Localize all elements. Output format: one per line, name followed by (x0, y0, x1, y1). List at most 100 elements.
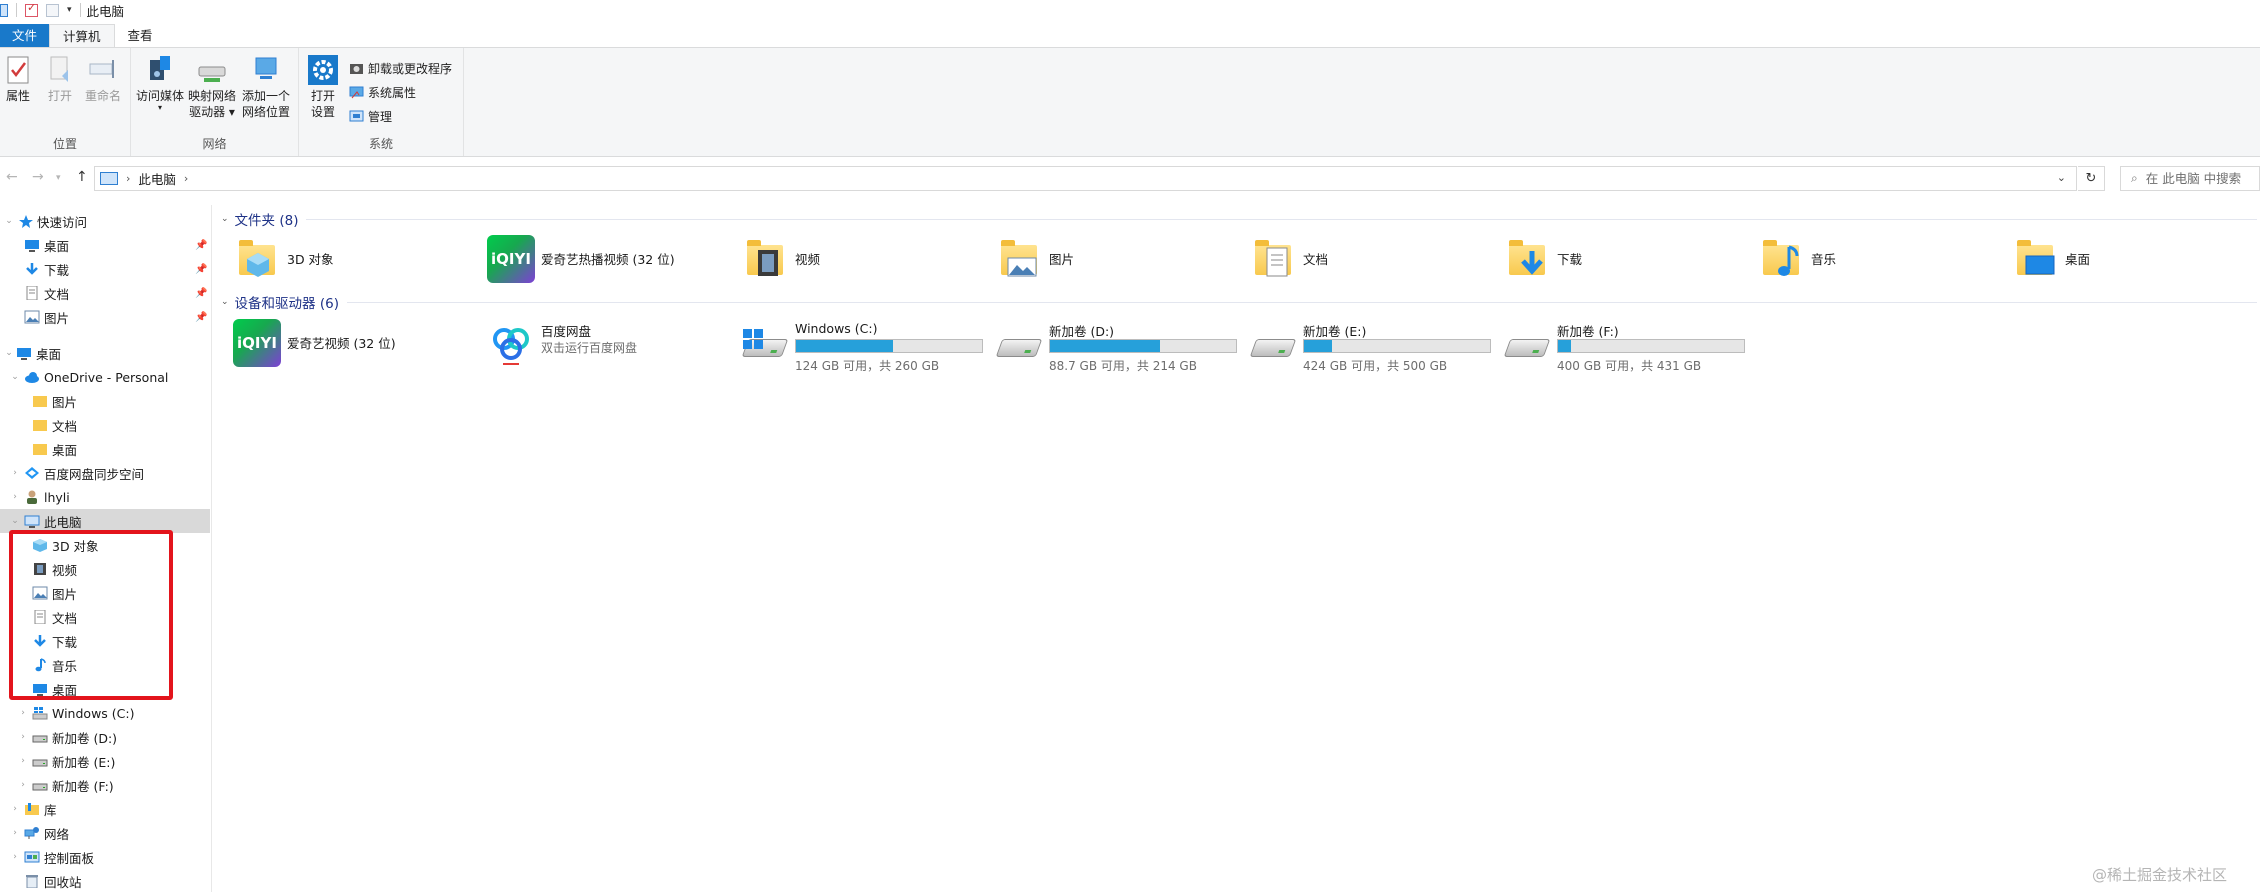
pin-icon[interactable]: 📌 (195, 240, 207, 251)
folder-tile-downloads[interactable]: 下载 (1503, 235, 1753, 287)
forward-arrow-icon[interactable]: → (32, 169, 44, 185)
drive-tile-d[interactable]: 新加卷 (D:) 88.7 GB 可用，共 214 GB (995, 319, 1245, 373)
open-settings-button[interactable]: 打开 设置 (307, 54, 339, 120)
nav-label: 桌面 (36, 346, 62, 362)
nav-label: 快速访问 (37, 214, 88, 230)
nav-quick-downloads[interactable]: 下载 📌 (0, 257, 210, 281)
app-tile-baidu-netdisk[interactable]: 百度网盘 双击运行百度网盘 (487, 319, 737, 373)
open-button[interactable]: 打开 (44, 54, 76, 104)
picture-icon (24, 310, 40, 324)
nav-label: OneDrive - Personal (44, 369, 169, 385)
app-tile-iqiyi[interactable]: iQIYI 爱奇艺视频 (32 位) (233, 319, 483, 373)
folder-tile-music[interactable]: 音乐 (1757, 235, 2007, 287)
library-icon (24, 802, 40, 816)
nav-onedrive-pictures[interactable]: 图片 (0, 389, 210, 413)
tile-label: 文档 (1303, 252, 1329, 267)
new-folder-quick-icon[interactable] (46, 3, 59, 17)
access-media-button[interactable]: 访问媒体 ▾ (135, 54, 185, 112)
nav-drive-e[interactable]: › 新加卷 (E:) (0, 749, 210, 773)
folder-tile-3d-objects[interactable]: 3D 对象 (233, 235, 483, 287)
folder-tile-pictures[interactable]: 图片 (995, 235, 1245, 287)
nav-label: 图片 (52, 394, 78, 410)
nav-network[interactable]: › 网络 (0, 821, 210, 845)
nav-drive-c[interactable]: › Windows (C:) (0, 701, 210, 725)
title-bar: ▾ 此电脑 (0, 0, 2260, 20)
folder-tile-iqiyi-hot[interactable]: iQIYI 爱奇艺热播视频 (32 位) (487, 235, 737, 287)
properties-button[interactable]: 属性 (2, 54, 34, 104)
nav-desktop[interactable]: ⌄ 桌面 (0, 341, 210, 365)
nav-quick-access[interactable]: ⌄ 快速访问 (0, 209, 210, 233)
nav-control-panel[interactable]: › 控制面板 (0, 845, 210, 869)
expand-chevron-icon[interactable]: › (10, 828, 20, 838)
up-arrow-icon[interactable]: ↑ (76, 169, 88, 185)
customize-toolbar-dropdown-icon[interactable]: ▾ (67, 5, 72, 15)
folder-tile-desktop[interactable]: 桌面 (2011, 235, 2260, 287)
nav-onedrive-desktop[interactable]: 桌面 (0, 437, 210, 461)
drive-tile-e[interactable]: 新加卷 (E:) 424 GB 可用，共 500 GB (1249, 319, 1499, 373)
tab-computer[interactable]: 计算机 (49, 24, 115, 47)
collapse-chevron-icon[interactable]: ⌄ (4, 348, 14, 358)
expand-chevron-icon[interactable]: › (10, 804, 20, 814)
tile-label: 桌面 (2065, 252, 2091, 267)
expand-chevron-icon[interactable]: › (10, 468, 20, 478)
map-network-drive-button[interactable]: 映射网络 驱动器 ▾ (187, 54, 237, 120)
expand-chevron-icon[interactable]: › (18, 780, 28, 790)
search-input[interactable] (2145, 171, 2256, 186)
collapse-chevron-icon[interactable]: ⌄ (221, 297, 229, 307)
address-input[interactable]: › 此电脑 › ⌄ (94, 166, 2077, 191)
pin-icon[interactable]: 📌 (195, 288, 207, 299)
tab-file[interactable]: 文件 (0, 24, 50, 47)
nav-onedrive-documents[interactable]: 文档 (0, 413, 210, 437)
nav-library[interactable]: › 库 (0, 797, 210, 821)
search-box[interactable]: ⌕ (2120, 166, 2260, 191)
nav-quick-desktop[interactable]: 桌面 📌 (0, 233, 210, 257)
manage-button[interactable]: 管理 (349, 106, 392, 126)
uninstall-program-button[interactable]: 卸载或更改程序 (349, 58, 452, 78)
pin-icon[interactable]: 📌 (195, 264, 207, 275)
system-properties-button[interactable]: 系统属性 (349, 82, 416, 102)
breadcrumb-this-pc[interactable]: 此电脑 (138, 169, 176, 188)
rename-button[interactable]: 重命名 (82, 54, 124, 104)
pin-icon[interactable]: 📌 (195, 312, 207, 323)
back-arrow-icon[interactable]: ← (6, 169, 18, 185)
nav-drive-f[interactable]: › 新加卷 (F:) (0, 773, 210, 797)
drive-tile-c[interactable]: Windows (C:) 124 GB 可用，共 260 GB (741, 319, 991, 373)
refresh-button[interactable]: ↻ (2078, 166, 2105, 191)
collapse-chevron-icon[interactable]: ⌄ (10, 516, 20, 526)
drive-tile-f[interactable]: 新加卷 (F:) 400 GB 可用，共 431 GB (1503, 319, 1753, 373)
expand-chevron-icon[interactable]: › (18, 756, 28, 766)
open-settings-label-1: 打开 (310, 89, 335, 103)
nav-quick-pictures[interactable]: 图片 📌 (0, 305, 210, 329)
breadcrumb-chevron-icon[interactable]: › (126, 172, 130, 185)
collapse-chevron-icon[interactable]: ⌄ (221, 214, 229, 224)
expand-chevron-icon[interactable]: › (18, 732, 28, 742)
expand-chevron-icon[interactable]: › (10, 492, 20, 502)
expand-chevron-icon[interactable]: › (18, 708, 28, 718)
properties-quick-icon[interactable] (25, 1, 38, 17)
nav-drive-d[interactable]: › 新加卷 (D:) (0, 725, 210, 749)
nav-quick-documents[interactable]: 文档 📌 (0, 281, 210, 305)
nav-user[interactable]: › lhyli (0, 485, 210, 509)
add-network-location-button[interactable]: 添加一个 网络位置 (239, 54, 293, 120)
folders-section-header[interactable]: ⌄ 文件夹 (8) (221, 209, 2257, 229)
drive-free-space: 400 GB 可用，共 431 GB (1557, 359, 1702, 373)
devices-section-header[interactable]: ⌄ 设备和驱动器 (6) (221, 292, 2257, 312)
nav-label: 控制面板 (44, 850, 95, 866)
tile-label: 新加卷 (D:) (1049, 324, 1115, 339)
hard-drive-icon (32, 778, 48, 792)
folder-tile-documents[interactable]: 文档 (1249, 235, 1499, 287)
expand-chevron-icon[interactable]: › (10, 852, 20, 862)
folder-tile-videos[interactable]: 视频 (741, 235, 991, 287)
nav-onedrive[interactable]: ⌄ OneDrive - Personal (0, 365, 210, 389)
nav-recycle-bin[interactable]: 回收站 (0, 869, 210, 892)
tab-view[interactable]: 查看 (115, 24, 166, 47)
collapse-chevron-icon[interactable]: ⌄ (4, 216, 14, 226)
nav-baidu-sync[interactable]: › 百度网盘同步空间 (0, 461, 210, 485)
address-dropdown-icon[interactable]: ⌄ (2057, 171, 2066, 184)
hard-drive-icon (1503, 323, 1551, 365)
recent-locations-chevron-icon[interactable]: ▾ (56, 173, 61, 183)
watermark-text: @稀土掘金技术社区 (2092, 866, 2228, 884)
breadcrumb-chevron-icon[interactable]: › (184, 172, 188, 185)
collapse-chevron-icon[interactable]: ⌄ (10, 372, 20, 382)
folder-videos-icon (741, 235, 789, 283)
